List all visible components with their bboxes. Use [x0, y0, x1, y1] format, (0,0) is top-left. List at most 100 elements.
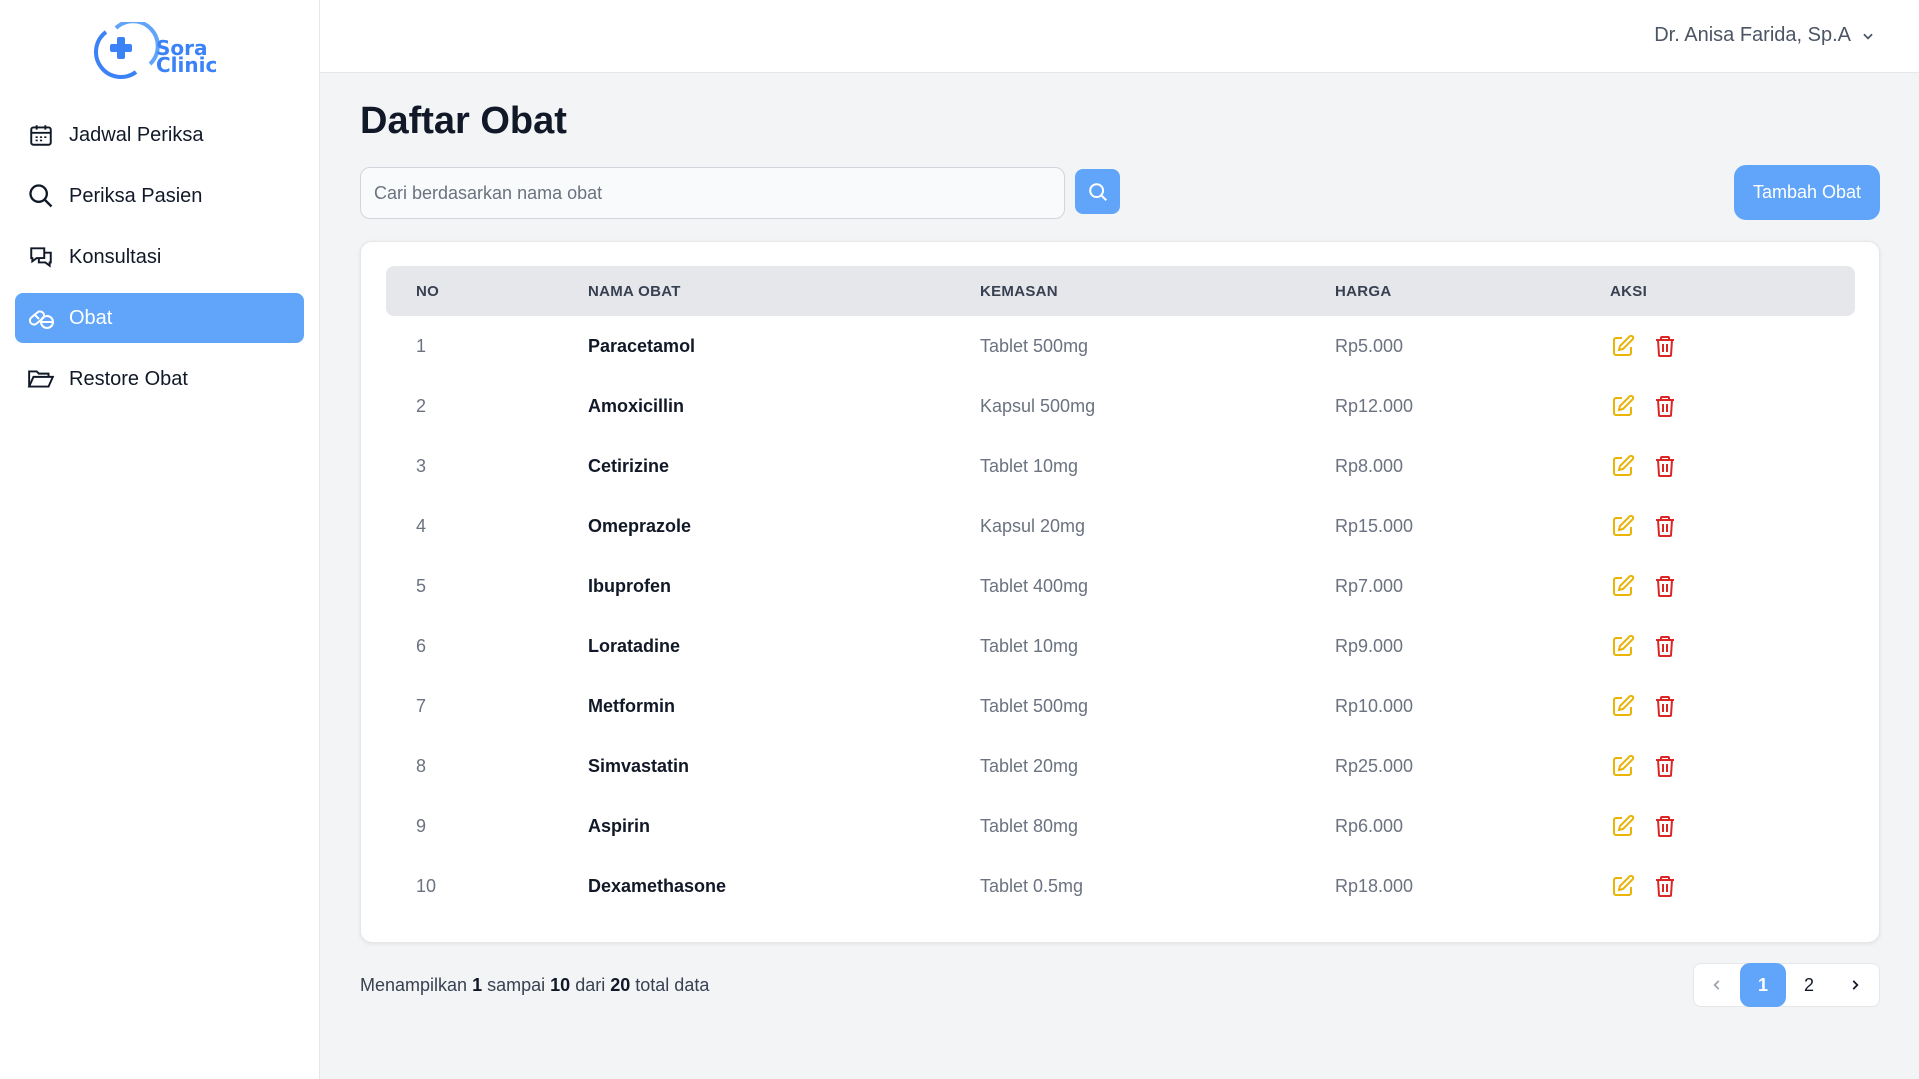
edit-button[interactable] — [1610, 333, 1636, 359]
edit-button[interactable] — [1610, 393, 1636, 419]
search-icon — [1088, 182, 1107, 201]
cell-actions — [1610, 333, 1678, 359]
cell-name: Amoxicillin — [588, 395, 685, 416]
edit-icon — [1613, 874, 1635, 896]
edit-button[interactable] — [1610, 753, 1636, 779]
cell-no: 3 — [416, 455, 427, 476]
sidebar-item-konsultasi[interactable]: Konsultasi — [15, 232, 304, 282]
trash-icon — [1656, 636, 1674, 657]
cell-name: Aspirin — [588, 815, 651, 836]
delete-button[interactable] — [1652, 573, 1678, 599]
sidebar-item-label: Periksa Pasien — [69, 184, 203, 207]
column-header-kemasan: KEMASAN — [980, 282, 1058, 300]
table-row: 10 Dexamethasone Tablet 0.5mg Rp18.000 — [386, 856, 1855, 916]
cell-kemasan: Tablet 500mg — [980, 335, 1089, 356]
cell-kemasan: Tablet 400mg — [980, 575, 1089, 596]
table-row: 6 Loratadine Tablet 10mg Rp9.000 — [386, 616, 1855, 676]
search-icon — [27, 182, 55, 210]
edit-button[interactable] — [1610, 453, 1636, 479]
cell-kemasan: Tablet 10mg — [980, 635, 1079, 656]
brand-name: Sora Clinic — [156, 36, 218, 77]
edit-button[interactable] — [1610, 573, 1636, 599]
cell-no: 8 — [416, 755, 427, 776]
delete-button[interactable] — [1652, 393, 1678, 419]
delete-button[interactable] — [1652, 693, 1678, 719]
cell-kemasan: Tablet 10mg — [980, 455, 1079, 476]
pagination: 1 2 — [1693, 963, 1880, 1007]
column-header-aksi: AKSI — [1610, 282, 1648, 300]
delete-button[interactable] — [1652, 753, 1678, 779]
sidebar-item-periksa-pasien[interactable]: Periksa Pasien — [15, 171, 304, 221]
column-header-name: NAMA OBAT — [588, 282, 681, 300]
delete-button[interactable] — [1652, 633, 1678, 659]
cell-kemasan: Tablet 500mg — [980, 695, 1089, 716]
trash-icon — [1656, 756, 1674, 777]
edit-button[interactable] — [1610, 693, 1636, 719]
delete-button[interactable] — [1652, 333, 1678, 359]
page-button-2[interactable]: 2 — [1786, 963, 1832, 1007]
edit-button[interactable] — [1610, 873, 1636, 899]
trash-icon — [1656, 516, 1674, 537]
next-page-button[interactable] — [1832, 963, 1878, 1007]
cell-harga: Rp6.000 — [1335, 815, 1404, 836]
page-button-1[interactable]: 1 — [1740, 963, 1786, 1007]
trash-icon — [1656, 336, 1674, 357]
delete-button[interactable] — [1652, 453, 1678, 479]
cell-harga: Rp8.000 — [1335, 455, 1404, 476]
table-header: NO NAMA OBAT KEMASAN HARGA AKSI — [386, 266, 1855, 316]
delete-button[interactable] — [1652, 513, 1678, 539]
chat-icon — [27, 243, 55, 271]
cell-no: 5 — [416, 575, 427, 596]
clinic-logo[interactable]: Sora Clinic — [76, 22, 236, 82]
edit-icon — [1613, 454, 1635, 476]
edit-button[interactable] — [1610, 813, 1636, 839]
cell-actions — [1610, 753, 1678, 779]
cell-no: 6 — [416, 635, 427, 656]
table-row: 8 Simvastatin Tablet 20mg Rp25.000 — [386, 736, 1855, 796]
edit-icon — [1613, 394, 1635, 416]
cell-actions — [1610, 573, 1678, 599]
sidebar-item-restore-obat[interactable]: Restore Obat — [15, 354, 304, 404]
add-medicine-button[interactable]: Tambah Obat — [1734, 165, 1880, 220]
cell-name: Omeprazole — [588, 515, 692, 536]
medicine-table-card: NO NAMA OBAT KEMASAN HARGA AKSI 1 Paracet… — [360, 241, 1880, 943]
delete-button[interactable] — [1652, 813, 1678, 839]
edit-icon — [1613, 814, 1635, 836]
cell-kemasan: Kapsul 500mg — [980, 395, 1096, 416]
delete-button[interactable] — [1652, 873, 1678, 899]
trash-icon — [1656, 396, 1674, 417]
prev-page-button[interactable] — [1694, 963, 1740, 1007]
cell-no: 4 — [416, 515, 427, 536]
search-input[interactable] — [360, 167, 1065, 219]
logo-cross-icon — [94, 22, 160, 79]
cell-harga: Rp12.000 — [1335, 395, 1414, 416]
calendar-icon — [27, 121, 55, 149]
pagination-info: Menampilkan 1 sampai 10 dari 20 total da… — [360, 975, 710, 995]
cell-kemasan: Kapsul 20mg — [980, 515, 1086, 536]
sidebar-item-jadwal-periksa[interactable]: Jadwal Periksa — [15, 110, 304, 160]
top-bar: Dr. Anisa Farida, Sp.A — [320, 0, 1919, 73]
sidebar-item-label: Konsultasi — [69, 245, 162, 268]
edit-button[interactable] — [1610, 513, 1636, 539]
cell-name: Dexamethasone — [588, 875, 727, 896]
cell-no: 1 — [416, 335, 427, 356]
edit-button[interactable] — [1610, 633, 1636, 659]
table-row: 3 Cetirizine Tablet 10mg Rp8.000 — [386, 436, 1855, 496]
user-menu[interactable]: Dr. Anisa Farida, Sp.A — [1654, 24, 1875, 47]
sidebar-item-obat[interactable]: Obat — [15, 293, 304, 343]
cell-kemasan: Tablet 0.5mg — [980, 875, 1084, 896]
table-row: 2 Amoxicillin Kapsul 500mg Rp12.000 — [386, 376, 1855, 436]
sidebar: Sora Clinic Jadwal Periksa Periksa Pasie… — [0, 0, 320, 1079]
edit-icon — [1613, 694, 1635, 716]
cell-name: Simvastatin — [588, 755, 690, 776]
cell-harga: Rp7.000 — [1335, 575, 1404, 596]
search-button[interactable] — [1075, 169, 1120, 214]
trash-icon — [1656, 576, 1674, 597]
trash-icon — [1656, 456, 1674, 477]
sidebar-item-label: Restore Obat — [69, 367, 188, 390]
cell-harga: Rp9.000 — [1335, 635, 1404, 656]
column-header-no: NO — [416, 282, 440, 300]
cell-no: 9 — [416, 815, 427, 836]
cell-actions — [1610, 873, 1678, 899]
trash-icon — [1656, 696, 1674, 717]
